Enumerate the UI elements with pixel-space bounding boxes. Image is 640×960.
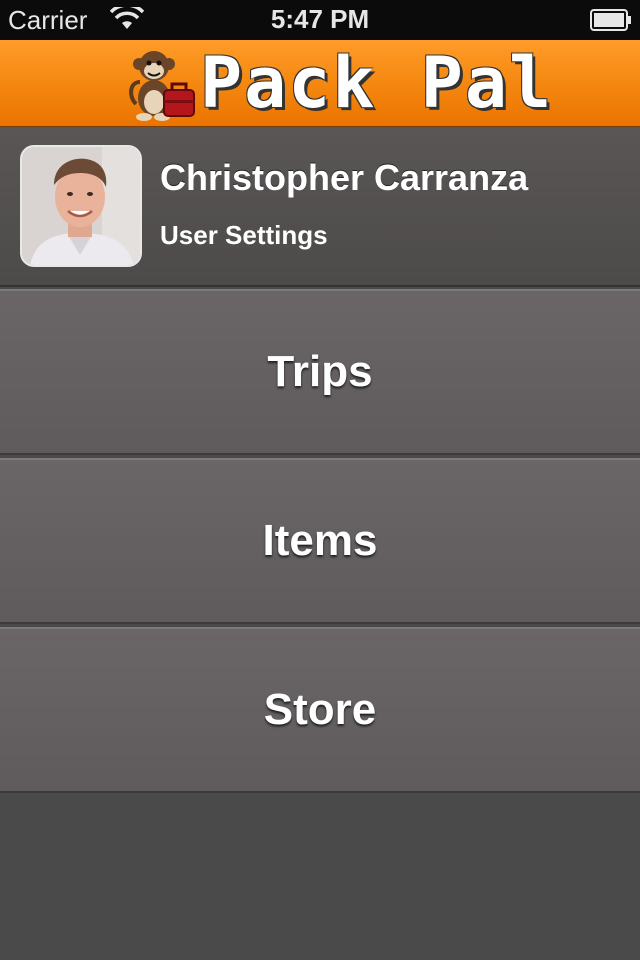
monkey-mascot-icon — [129, 51, 195, 121]
menu-item-trips[interactable]: Trips — [0, 289, 640, 455]
menu-label-trips: Trips — [267, 347, 373, 396]
clock: 5:47 PM — [270, 4, 370, 34]
empty-background-area — [0, 796, 640, 960]
user-name: Christopher Carranza — [160, 157, 529, 198]
menu-label-store: Store — [263, 685, 377, 734]
menu-label-items: Items — [262, 516, 378, 565]
avatar-photo — [22, 147, 140, 265]
app-header: Pack Pal — [0, 40, 640, 127]
user-settings-link[interactable]: User Settings — [160, 220, 328, 251]
menu-item-store[interactable]: Store — [0, 627, 640, 793]
battery-icon — [590, 9, 631, 31]
menu-item-items[interactable]: Items — [0, 458, 640, 624]
status-bar: Carrier 5:47 PM — [0, 0, 640, 40]
user-profile-header[interactable]: Christopher Carranza User Settings — [0, 127, 640, 287]
app-logo-text: Pack Pal — [200, 42, 554, 124]
avatar[interactable] — [20, 145, 142, 267]
